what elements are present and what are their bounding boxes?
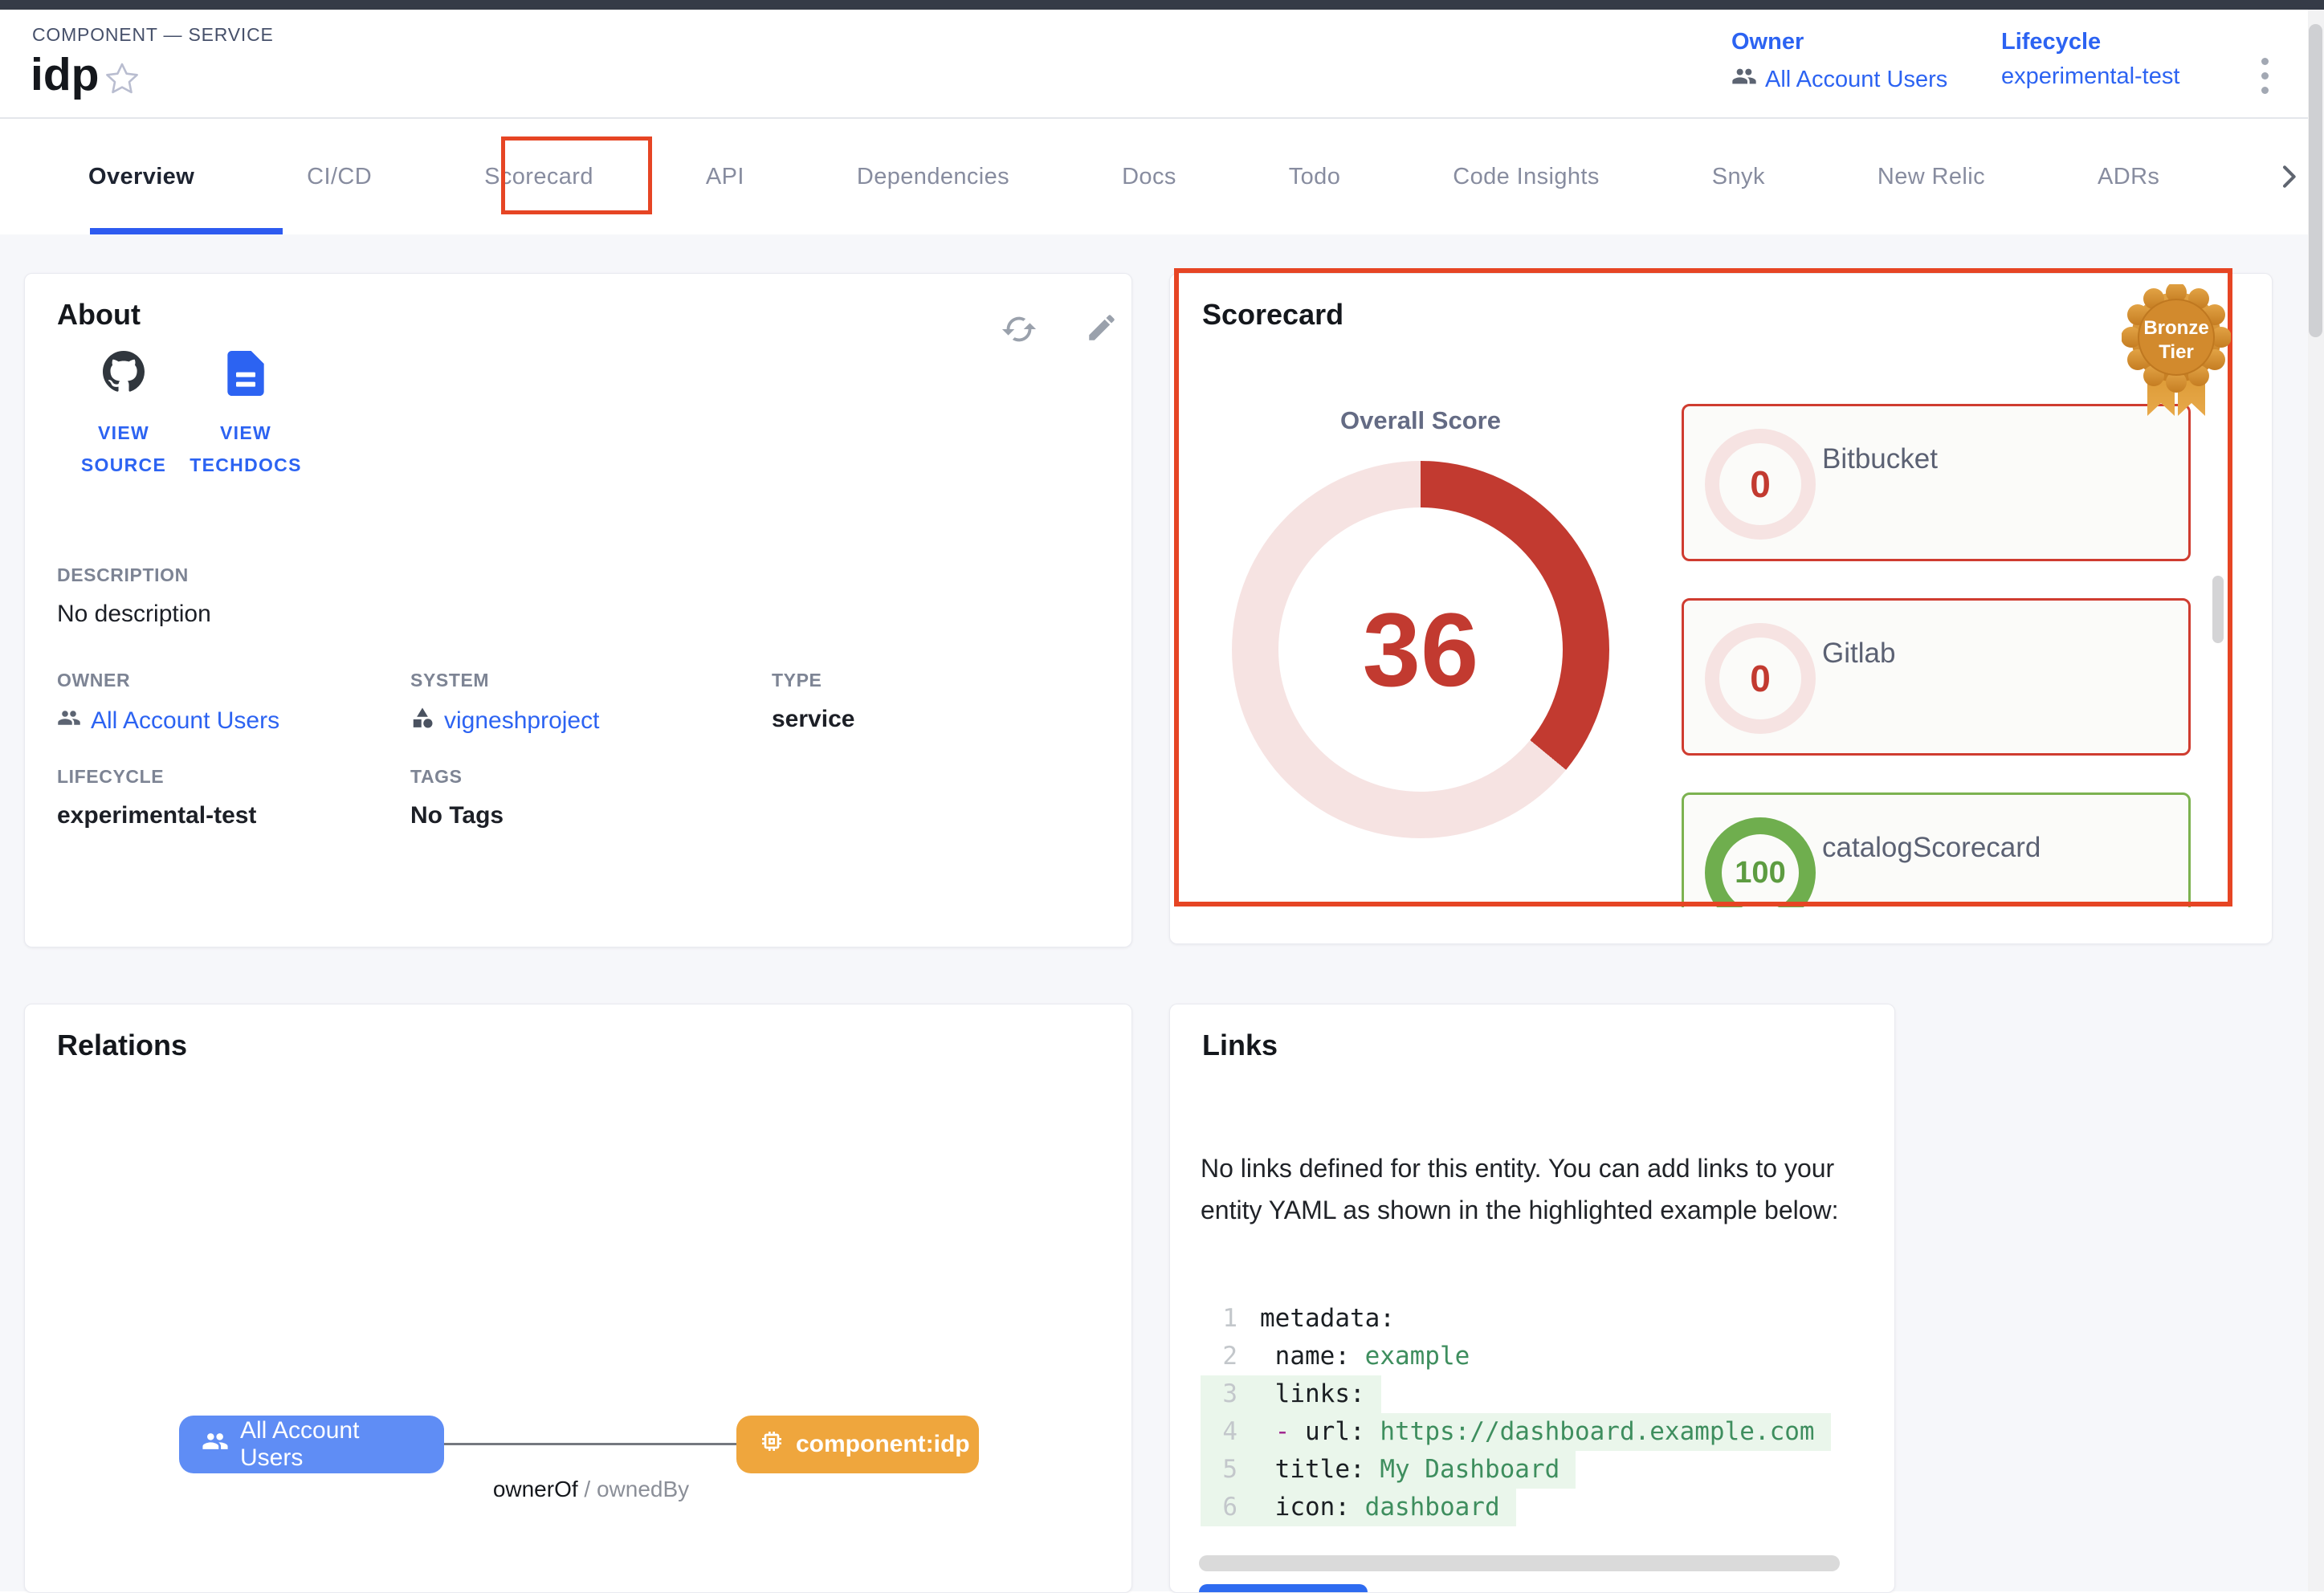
tab-overview[interactable]: Overview [88,164,194,190]
code-line-5: 5 title: My Dashboard [1201,1451,1865,1489]
annotation-box-scorecard-tab [501,136,652,214]
refresh-icon[interactable] [1001,311,1039,349]
field-lifecycle: LIFECYCLE experimental-test [57,766,256,829]
yaml-code-block: 1metadata:2 name: example3 links:4 - url… [1201,1300,1865,1528]
lifecycle-label: Lifecycle [2001,29,2179,55]
about-card-title: About [57,298,141,332]
category-icon [410,706,434,736]
field-description: DESCRIPTION No description [57,564,748,628]
tab-dependencies[interactable]: Dependencies [857,164,1009,190]
badge-line2: Tier [2159,341,2194,363]
people-icon [1731,63,1757,96]
links-empty-text: No links defined for this entity. You ca… [1201,1147,1849,1231]
about-card: About VIEWSOURCE VIEWTECHDOCS DES [24,273,1132,947]
tab-adrs[interactable]: ADRs [2098,164,2159,190]
tab-api[interactable]: API [706,164,744,190]
page-scrollbar-track[interactable] [2308,10,2324,1591]
browser-top-bar [0,0,2324,10]
owner-value: All Account Users [1765,67,1947,93]
code-line-4: 4 - url: https://dashboard.example.com [1201,1413,1865,1451]
page-title: idp [31,48,99,101]
page-scrollbar-thumb[interactable] [2309,24,2322,337]
relation-node-all-account-users[interactable]: All Account Users [179,1416,444,1473]
tab-new-relic[interactable]: New Relic [1878,164,1985,190]
links-card-title: Links [1202,1029,1278,1062]
tabs-scroll-right-chevron-icon[interactable] [2273,161,2305,193]
tab-docs[interactable]: Docs [1122,164,1176,190]
active-tab-underline [90,228,283,234]
owner-label: Owner [1731,29,1947,55]
view-techdocs-link[interactable]: VIEWTECHDOCS [169,351,322,481]
code-line-6: 6 icon: dashboard [1201,1489,1865,1526]
relation-edge-label: ownerOf / ownedBy [394,1477,788,1502]
field-type: TYPE service [772,670,854,733]
links-card: Links No links defined for this entity. … [1169,1004,1895,1593]
links-action-button[interactable] [1199,1584,1368,1593]
tab-code-insights[interactable]: Code Insights [1453,164,1600,190]
relations-card: Relations All Account Users component:id… [24,1004,1132,1593]
tab-bar-container: OverviewCI/CDScorecardAPIDependenciesDoc… [0,119,2308,234]
owner-link[interactable]: All Account Users [1731,63,1947,96]
tab-bar: OverviewCI/CDScorecardAPIDependenciesDoc… [88,119,2189,234]
people-icon [57,706,81,736]
badge-line1: Bronze [2143,317,2208,339]
techdocs-icon [169,351,322,402]
tab-todo[interactable]: Todo [1289,164,1341,190]
code-line-3: 3 links: [1201,1375,1865,1413]
entity-header: COMPONENT — SERVICE idp Owner All Accoun… [0,10,2308,117]
lifecycle-value: experimental-test [2001,63,2179,90]
people-icon [202,1428,229,1461]
system-entity-link[interactable]: vigneshproject [410,706,599,736]
field-tags: TAGS No Tags [410,766,504,829]
tab-ci-cd[interactable]: CI/CD [307,164,372,190]
relation-node-component-idp[interactable]: component:idp [736,1416,979,1473]
favorite-star-icon[interactable] [103,59,141,98]
tab-snyk[interactable]: Snyk [1712,164,1765,190]
relation-edge-line [444,1443,736,1445]
edit-pencil-icon[interactable] [1085,311,1123,349]
code-line-2: 2 name: example [1201,1338,1865,1375]
bronze-tier-badge: Bronze Tier [2122,284,2231,421]
field-owner: OWNER All Account Users [57,670,279,736]
chip-icon [759,1428,785,1461]
lifecycle-meta: Lifecycle experimental-test [2001,29,2179,90]
breadcrumb: COMPONENT — SERVICE [32,24,274,46]
relations-card-title: Relations [57,1029,187,1062]
more-options-kebab-icon[interactable] [2249,47,2281,104]
field-system: SYSTEM vigneshproject [410,670,599,736]
owner-meta: Owner All Account Users [1731,29,1947,96]
code-horizontal-scrollbar[interactable] [1199,1555,1840,1571]
annotation-box-scorecard-card [1174,268,2232,907]
code-line-1: 1metadata: [1201,1300,1865,1338]
owner-entity-link[interactable]: All Account Users [57,706,279,736]
